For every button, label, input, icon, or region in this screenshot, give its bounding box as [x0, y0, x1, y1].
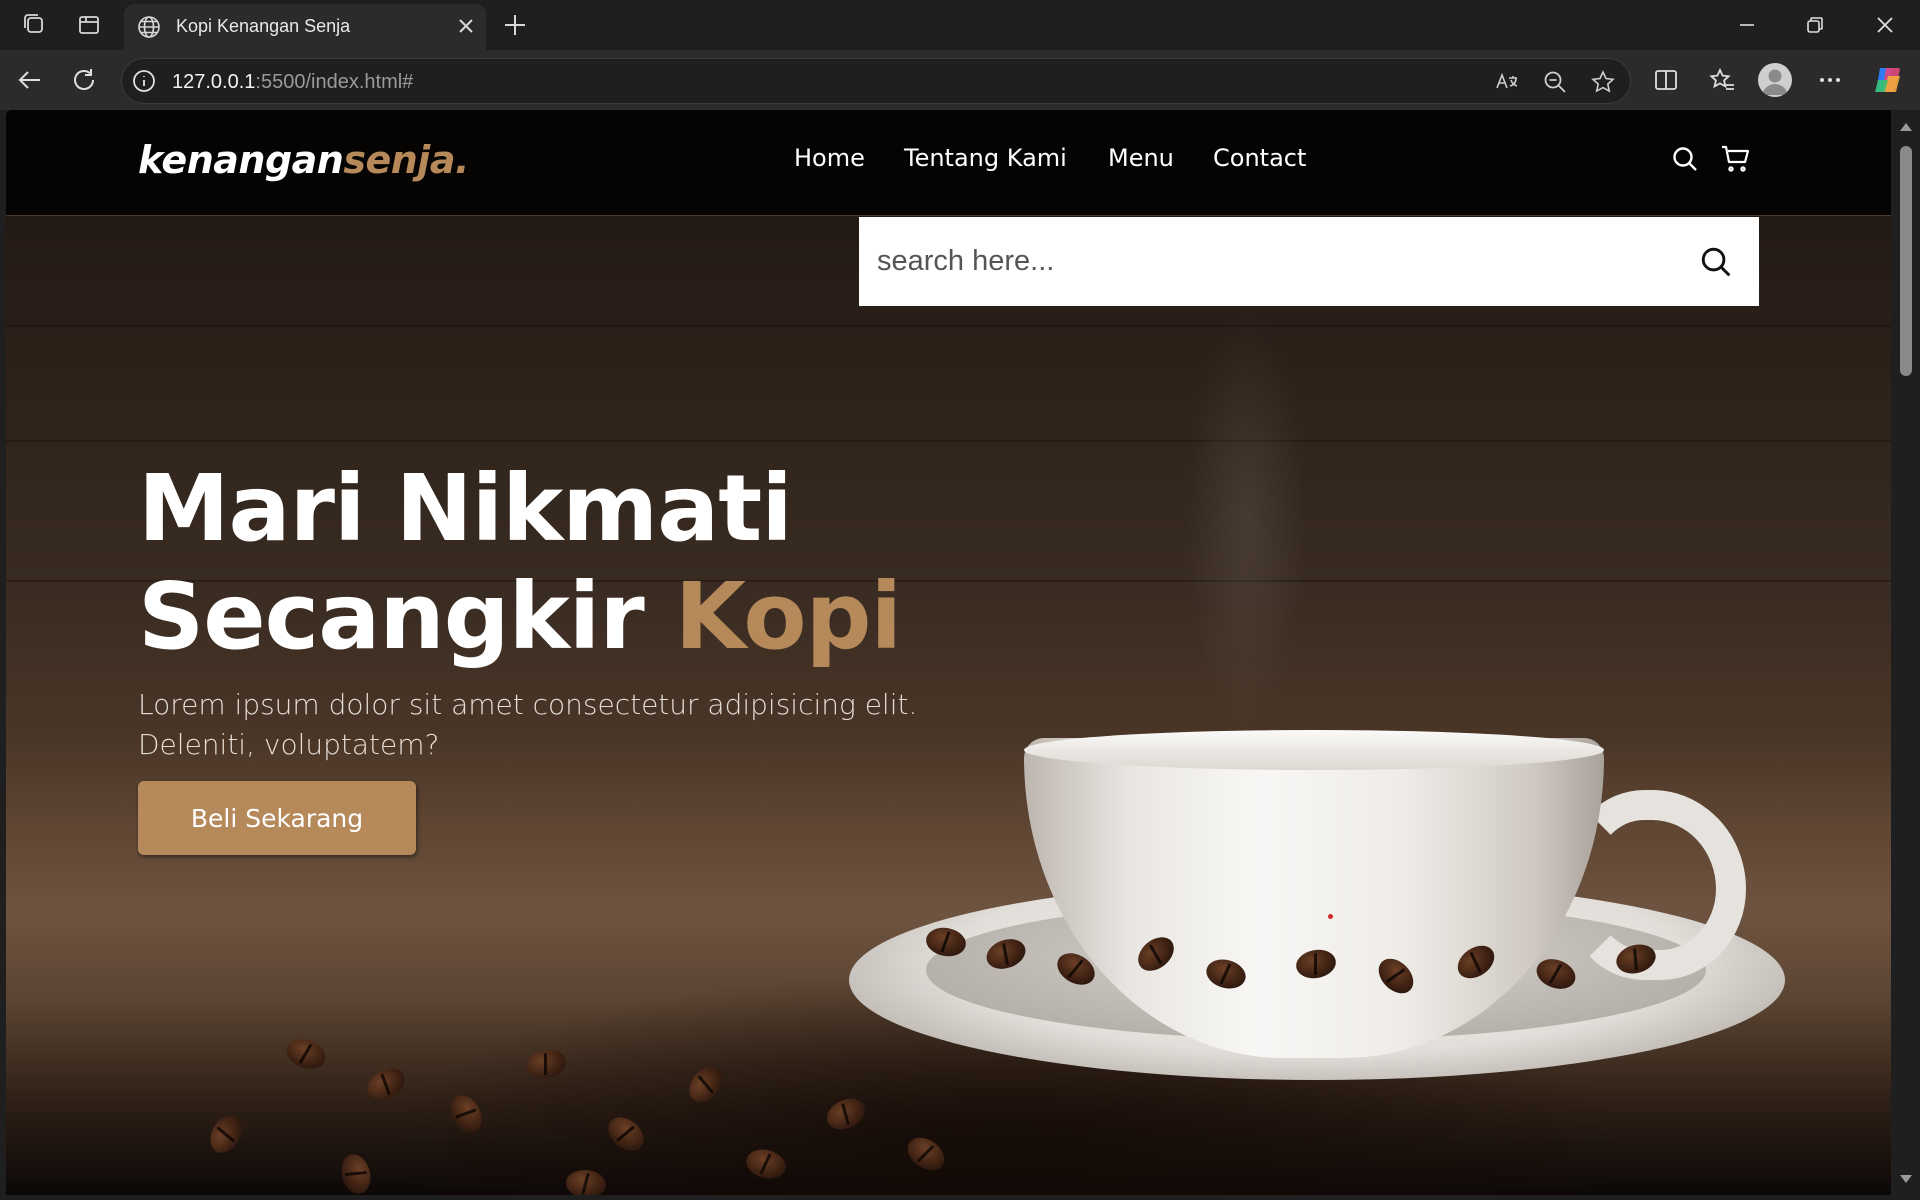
- refresh-icon[interactable]: [68, 64, 100, 96]
- close-window-icon[interactable]: [1860, 8, 1910, 42]
- search-icon[interactable]: [1670, 144, 1700, 174]
- tab-actions-icon[interactable]: [74, 10, 104, 40]
- nav-link-home[interactable]: Home: [794, 144, 865, 172]
- url-text[interactable]: 127.0.0.1:5500/index.html#: [172, 71, 413, 94]
- scrollbar-thumb[interactable]: [1900, 146, 1912, 376]
- site-logo[interactable]: kenangansenja.: [138, 138, 469, 182]
- hero-description: Lorem ipsum dolor sit amet consectetur a…: [138, 688, 918, 761]
- address-bar[interactable]: 127.0.0.1:5500/index.html#: [121, 58, 1631, 104]
- nav-link-tentang-kami[interactable]: Tentang Kami: [904, 144, 1067, 172]
- wood-texture-line: [6, 440, 1891, 442]
- more-icon[interactable]: [1814, 64, 1846, 96]
- wood-texture-line: [6, 325, 1891, 327]
- favorite-star-icon[interactable]: [1590, 69, 1616, 95]
- hero-title: Mari Nikmati Secangkir Kopi: [138, 455, 998, 671]
- profile-avatar[interactable]: [1758, 63, 1792, 97]
- favorites-icon[interactable]: [1706, 64, 1738, 96]
- hero-title-accent: Kopi: [674, 563, 902, 670]
- nav-link-menu[interactable]: Menu: [1108, 144, 1174, 172]
- search-input[interactable]: [859, 217, 1679, 306]
- browser-tab-strip: Kopi Kenangan Senja: [0, 0, 1920, 50]
- red-marker-dot: [1328, 914, 1333, 919]
- tab-title: Kopi Kenangan Senja: [176, 16, 351, 36]
- scroll-down-icon[interactable]: [1898, 1172, 1914, 1186]
- site-navbar: kenangansenja. Home Tentang Kami Menu Co…: [6, 110, 1891, 216]
- page-viewport: kenangansenja. Home Tentang Kami Menu Co…: [6, 110, 1891, 1195]
- hero-title-line2: Secangkir Kopi: [138, 563, 902, 670]
- buy-now-button[interactable]: Beli Sekarang: [138, 781, 416, 855]
- split-screen-icon[interactable]: [1650, 64, 1682, 96]
- scroll-up-icon[interactable]: [1898, 120, 1914, 134]
- page-scrollbar[interactable]: [1891, 110, 1920, 1200]
- close-tab-icon[interactable]: [456, 16, 476, 36]
- nav-link-contact[interactable]: Contact: [1213, 144, 1306, 172]
- coffee-steam: [1186, 310, 1306, 730]
- browser-tab-active[interactable]: Kopi Kenangan Senja: [124, 4, 486, 50]
- back-icon[interactable]: [14, 64, 46, 96]
- info-icon[interactable]: [132, 69, 156, 93]
- browser-toolbar: 127.0.0.1:5500/index.html#: [0, 50, 1920, 110]
- zoom-out-icon[interactable]: [1542, 69, 1568, 95]
- read-aloud-icon[interactable]: [1494, 69, 1520, 95]
- new-tab-icon[interactable]: [500, 10, 530, 40]
- copilot-icon[interactable]: [1868, 60, 1908, 100]
- search-submit-icon[interactable]: [1699, 245, 1733, 279]
- workspaces-icon[interactable]: [20, 10, 50, 40]
- restore-icon[interactable]: [1790, 8, 1840, 42]
- shopping-cart-icon[interactable]: [1720, 144, 1750, 174]
- search-form: [859, 217, 1759, 306]
- globe-icon: [138, 16, 160, 38]
- minimize-icon[interactable]: [1722, 8, 1772, 42]
- hero-title-line1: Mari Nikmati: [138, 455, 793, 562]
- cup-rim: [1024, 730, 1604, 770]
